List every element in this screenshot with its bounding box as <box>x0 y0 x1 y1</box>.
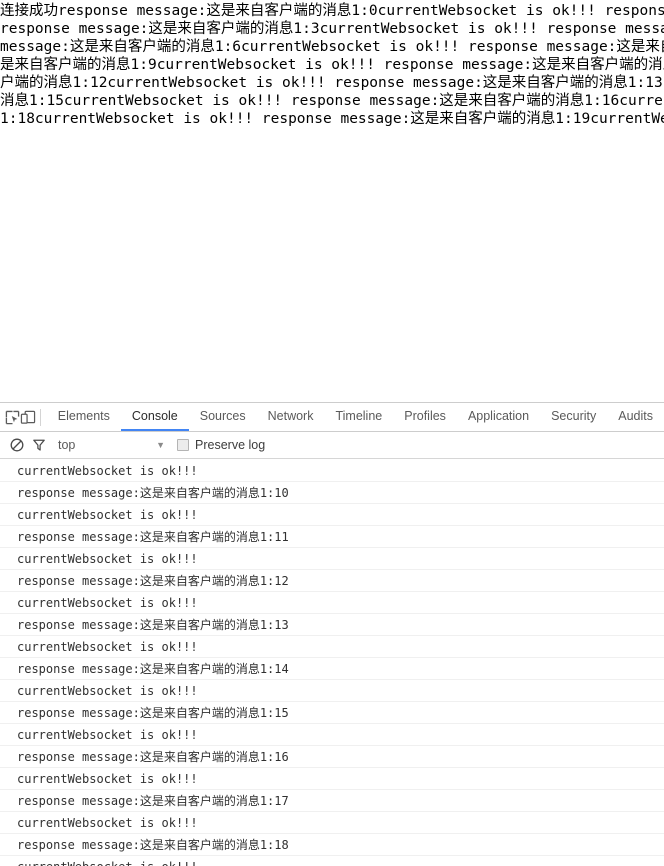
tab-application[interactable]: Application <box>457 403 540 431</box>
console-message-row[interactable]: response message:这是来自客户端的消息1:11 <box>0 526 664 548</box>
filter-funnel-icon[interactable] <box>28 434 50 456</box>
filter-funnel-icon-svg <box>33 439 45 451</box>
inspect-element-icon-svg <box>5 410 19 424</box>
clear-console-icon[interactable] <box>6 434 28 456</box>
console-message-row[interactable]: response message:这是来自客户端的消息1:18 <box>0 834 664 856</box>
clear-console-icon-svg <box>10 438 24 452</box>
page-text-line: 连接成功response message:这是来自客户端的消息1:0curren… <box>0 3 664 19</box>
console-message-row[interactable]: currentWebsocket is ok!!! <box>0 724 664 746</box>
tab-timeline[interactable]: Timeline <box>324 403 393 431</box>
console-message-row[interactable]: response message:这是来自客户端的消息1:16 <box>0 746 664 768</box>
console-message-row[interactable]: response message:这是来自客户端的消息1:14 <box>0 658 664 680</box>
page-text-line: message:这是来自客户端的消息1:6currentWebsocket is… <box>0 39 664 55</box>
tab-security[interactable]: Security <box>540 403 607 431</box>
browser-page-content: 连接成功response message:这是来自客户端的消息1:0curren… <box>0 0 664 402</box>
execution-context-value: top <box>58 438 76 452</box>
console-filter-bar: top ▼ Preserve log <box>0 432 664 459</box>
console-message-row[interactable]: response message:这是来自客户端的消息1:15 <box>0 702 664 724</box>
console-message-row[interactable]: currentWebsocket is ok!!! <box>0 504 664 526</box>
preserve-log-label: Preserve log <box>195 438 266 452</box>
page-text-line: 是来自客户端的消息1:9currentWebsocket is ok!!! re… <box>0 57 664 73</box>
console-message-row[interactable]: response message:这是来自客户端的消息1:13 <box>0 614 664 636</box>
tab-elements[interactable]: Elements <box>47 403 121 431</box>
chevron-down-icon: ▼ <box>156 439 165 450</box>
page-text-line: response message:这是来自客户端的消息1:3currentWeb… <box>0 21 664 37</box>
page-text-line: 1:18currentWebsocket is ok!!! response m… <box>0 111 664 127</box>
websocket-output-text: 连接成功response message:这是来自客户端的消息1:0curren… <box>0 0 664 128</box>
devtools-panel: Elements Console Sources Network Timelin… <box>0 402 664 866</box>
page-text-line: 消息1:15currentWebsocket is ok!!! response… <box>0 93 664 109</box>
console-message-row[interactable]: currentWebsocket is ok!!! <box>0 768 664 790</box>
device-toolbar-icon-svg <box>20 410 36 424</box>
toolbar-divider <box>40 408 41 426</box>
device-toolbar-icon[interactable] <box>20 404 36 430</box>
preserve-log-checkbox[interactable] <box>177 439 189 451</box>
execution-context-selector[interactable]: top ▼ <box>58 438 173 452</box>
console-message-row[interactable]: currentWebsocket is ok!!! <box>0 548 664 570</box>
console-message-row[interactable]: currentWebsocket is ok!!! <box>0 592 664 614</box>
console-message-row[interactable]: currentWebsocket is ok!!! <box>0 460 664 482</box>
console-message-row[interactable]: currentWebsocket is ok!!! <box>0 680 664 702</box>
devtools-tab-bar: Elements Console Sources Network Timelin… <box>47 403 664 431</box>
page-text-line: 户端的消息1:12currentWebsocket is ok!!! respo… <box>0 75 664 91</box>
console-message-row[interactable]: currentWebsocket is ok!!! <box>0 812 664 834</box>
tab-profiles[interactable]: Profiles <box>393 403 457 431</box>
tab-audits[interactable]: Audits <box>607 403 664 431</box>
tab-sources[interactable]: Sources <box>189 403 257 431</box>
tab-console[interactable]: Console <box>120 403 189 431</box>
console-message-row[interactable]: response message:这是来自客户端的消息1:17 <box>0 790 664 812</box>
console-message-list[interactable]: currentWebsocket is ok!!! response messag… <box>0 460 664 866</box>
tab-network[interactable]: Network <box>257 403 325 431</box>
inspect-element-icon[interactable] <box>4 404 20 430</box>
console-message-row[interactable]: currentWebsocket is ok!!! <box>0 636 664 658</box>
console-message-row[interactable]: response message:这是来自客户端的消息1:12 <box>0 570 664 592</box>
devtools-toolbar: Elements Console Sources Network Timelin… <box>0 403 664 432</box>
console-message-row[interactable]: response message:这是来自客户端的消息1:10 <box>0 482 664 504</box>
preserve-log-toggle[interactable]: Preserve log <box>177 438 265 452</box>
